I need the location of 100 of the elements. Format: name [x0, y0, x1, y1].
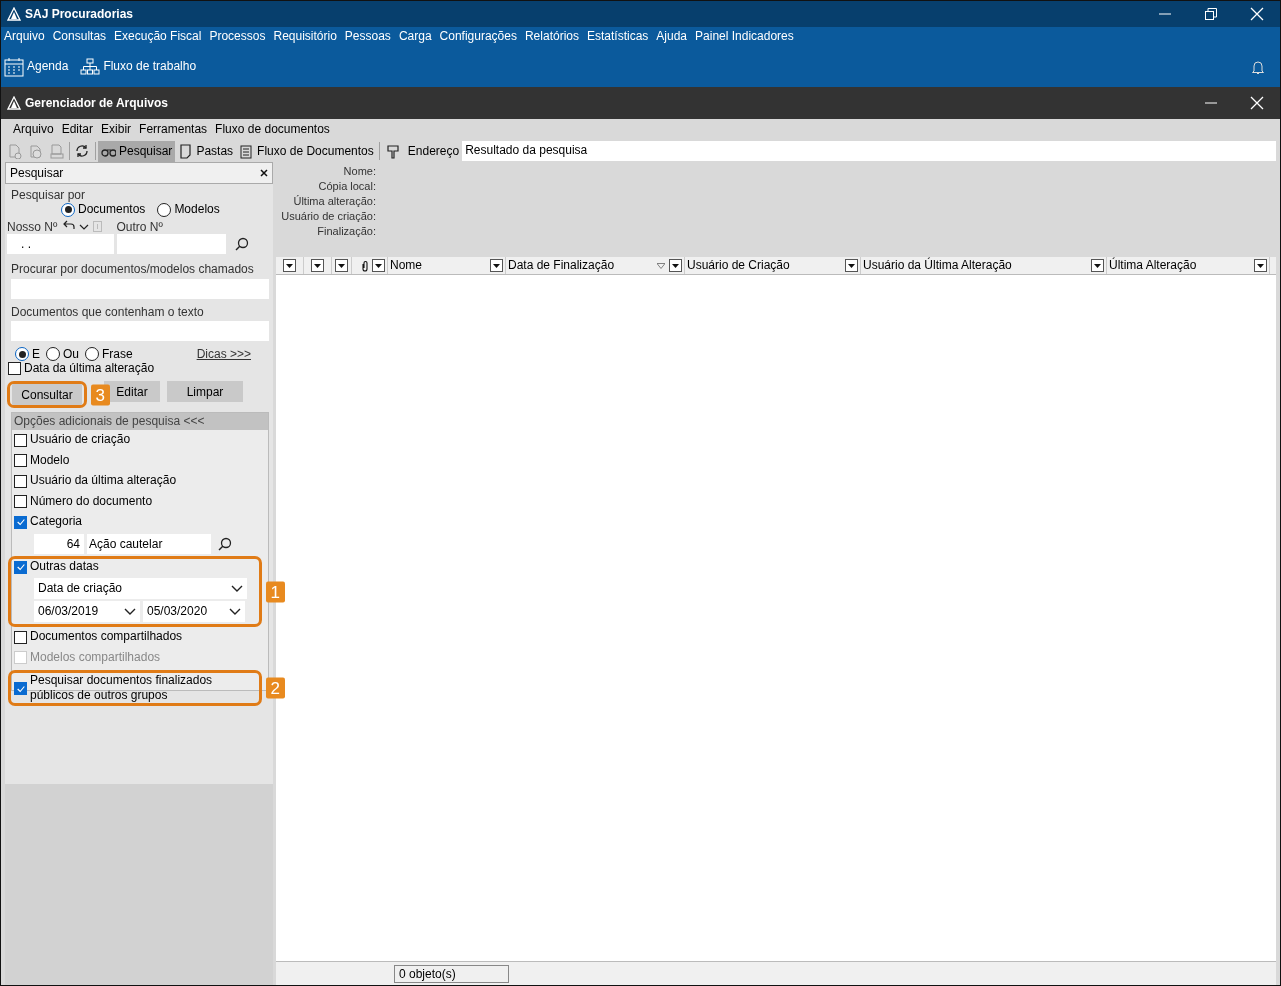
column-header[interactable]: Usuário da Última Alteração [861, 257, 1107, 274]
radio-button[interactable]: Ou [46, 346, 80, 362]
input-field[interactable] [11, 278, 269, 299]
push-button[interactable]: Limpar [167, 381, 243, 403]
bell-icon[interactable] [1251, 58, 1265, 75]
caret-down-icon [1257, 263, 1264, 268]
search-icon[interactable] [218, 537, 232, 552]
radio-button[interactable]: Documentos [61, 202, 146, 217]
checkbox[interactable]: Usuário de criação [14, 432, 131, 448]
field-label: Procurar por documentos/modelos chamados [10, 262, 255, 277]
menu-item[interactable]: Relatórios [521, 29, 584, 44]
detail-label: Nome: [342, 165, 376, 178]
refresh-icon [75, 143, 90, 159]
callout-number: 1 [265, 581, 285, 603]
menu-item[interactable]: Editar [57, 122, 98, 137]
page-icon [178, 143, 194, 159]
menu-item[interactable]: Pessoas [341, 29, 396, 44]
chevron-down-icon[interactable] [79, 223, 90, 230]
detail-label: Usuário de criação: [280, 210, 376, 223]
push-button[interactable]: Consultar [12, 384, 82, 406]
check-icon [15, 517, 26, 528]
checkbox[interactable]: Modelo [14, 452, 70, 468]
push-button[interactable]: Editar [104, 381, 160, 403]
column-dropdown[interactable] [335, 259, 348, 272]
input-field[interactable] [117, 234, 226, 255]
document-icon [7, 143, 22, 159]
menu-item[interactable]: Arquivo [1, 29, 50, 44]
app-logo-icon [7, 7, 21, 21]
column-dropdown[interactable] [669, 259, 682, 272]
radio-button[interactable]: Frase [85, 346, 133, 362]
window-title: SAJ Procuradorias [25, 6, 134, 22]
menu-item[interactable]: Ferramentas [135, 122, 212, 137]
menu-item[interactable]: Estatísticas [584, 29, 654, 44]
menu-item[interactable]: Arquivo [9, 122, 58, 137]
toolbar-button[interactable]: Agenda [4, 56, 69, 77]
menu-item[interactable]: Carga [395, 29, 437, 44]
checkbox[interactable]: Usuário da última alteração [14, 473, 177, 489]
search-icon[interactable] [235, 237, 249, 252]
menu-item[interactable]: Processos [206, 29, 271, 44]
menu-item[interactable]: Fluxo de documentos [211, 122, 334, 137]
caret-down-icon [338, 263, 345, 268]
column-header[interactable]: Última Alteração [1107, 257, 1270, 274]
input-field[interactable]: Ação cautelar [87, 534, 211, 555]
toolbar-button[interactable]: Fluxo de Documentos [236, 140, 377, 162]
undo-icon[interactable] [63, 219, 76, 230]
check-icon [15, 683, 26, 694]
pin-icon [385, 143, 400, 159]
menu-item[interactable]: Requisitório [270, 29, 342, 44]
caret-down-icon [848, 263, 855, 268]
field-label: Nosso Nº [7, 219, 58, 235]
menu-item[interactable]: Configurações [436, 29, 522, 44]
column-dropdown[interactable] [372, 259, 385, 272]
checkbox[interactable]: Documentos compartilhados [14, 629, 183, 645]
checkbox[interactable]: Número do documento [14, 493, 153, 509]
clipboard-icon [239, 143, 255, 159]
section-header[interactable]: Opções adicionais de pesquisa <<< [12, 413, 268, 431]
field-label: Outro Nº [116, 219, 163, 235]
menu-item[interactable]: Consultas [49, 29, 112, 44]
radio-button[interactable]: Modelos [157, 202, 220, 217]
checkbox[interactable]: Pesquisar documentos finalizados públicos de outros grupos [14, 673, 259, 704]
input-field[interactable]: 64 [34, 534, 84, 555]
dropdown[interactable]: Data de criação [34, 578, 247, 600]
column-dropdown[interactable] [1254, 259, 1267, 272]
toolbar-button[interactable]: Pastas [175, 140, 237, 162]
close-icon [1250, 96, 1264, 110]
column-dropdown[interactable] [283, 259, 296, 272]
close-button[interactable] [260, 169, 268, 177]
column-header[interactable]: Data de Finalização [506, 257, 685, 274]
restore-icon [1205, 8, 1217, 20]
menu-item[interactable]: Execução Fiscal [111, 29, 207, 44]
column-dropdown[interactable] [490, 259, 503, 272]
column-dropdown[interactable] [311, 259, 324, 272]
column-header[interactable]: Nome [388, 257, 506, 274]
column-dropdown[interactable] [1091, 259, 1104, 272]
chevron-down-icon [124, 608, 136, 616]
document-icon [49, 143, 64, 159]
input-field[interactable] [11, 320, 269, 341]
dropdown[interactable]: 06/03/2019 [34, 601, 140, 623]
status-text: 0 objeto(s) [394, 965, 509, 983]
column-dropdown[interactable] [845, 259, 858, 272]
field-label: Documentos que contenham o texto [10, 304, 205, 319]
toolbar-button[interactable]: Pesquisar [98, 140, 176, 162]
menu-item[interactable]: Ajuda [653, 29, 693, 44]
detail-label: Última alteração: [292, 195, 376, 208]
column-header[interactable]: Usuário de Criação [685, 257, 861, 274]
caret-down-icon [1094, 263, 1101, 268]
input-field[interactable]: . . [7, 234, 114, 255]
tips-link[interactable]: Dicas >>> [196, 346, 251, 362]
checkbox[interactable]: Data da última alteração [8, 361, 155, 376]
close-icon [260, 169, 268, 177]
menu-item[interactable]: Painel Indicadores [692, 29, 799, 44]
document-icon [28, 143, 43, 159]
toolbar-button[interactable]: Fluxo de trabalho [80, 57, 197, 76]
panel-title: Pesquisar [10, 165, 64, 181]
checkbox[interactable]: Outras datas [14, 559, 99, 575]
menu-item[interactable]: Exibir [97, 122, 136, 137]
callout-number: 3 [90, 384, 110, 406]
checkbox[interactable]: Categoria [14, 514, 83, 530]
address-field[interactable]: Resultado da pesquisa [462, 141, 1276, 161]
dropdown[interactable]: 05/03/2020 [143, 601, 245, 623]
